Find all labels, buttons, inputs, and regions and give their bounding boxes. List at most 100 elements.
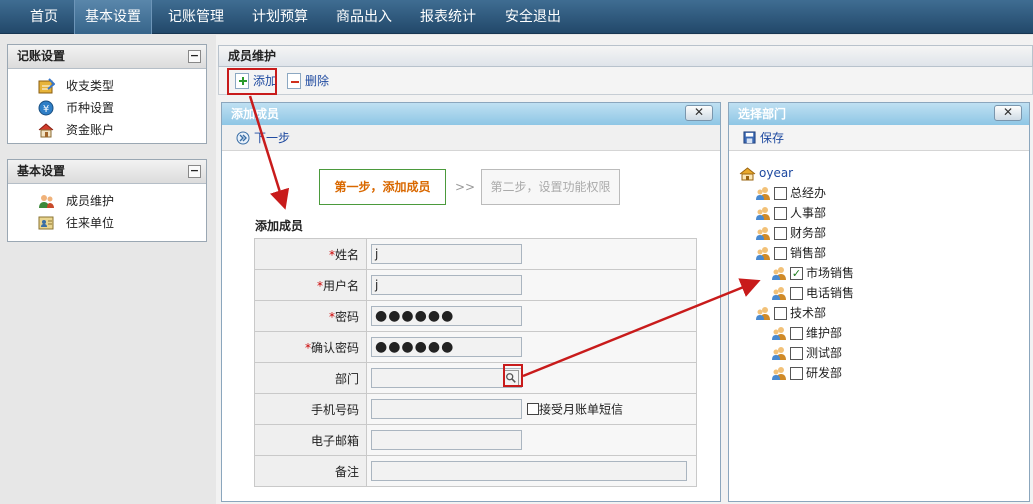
form-row-confirm-password: *确认密码 ●●●●●● (254, 331, 697, 363)
password-label: 密码 (334, 309, 359, 324)
note-input[interactable] (371, 461, 687, 481)
mobile-input[interactable] (371, 399, 522, 419)
tree-node-label: 财务部 (790, 226, 827, 240)
search-highlight-box (503, 364, 523, 387)
home-icon (739, 167, 756, 181)
tree-checkbox[interactable] (774, 187, 787, 200)
tree-checkbox[interactable] (774, 307, 787, 320)
sidebar: 记账设置 − 收支类型 ¥ 币种设置 资金账户 基本设置 − 成员维护 往来单位 (0, 35, 216, 504)
step-one: 第一步，添加成员 (319, 169, 446, 205)
members-icon (39, 195, 54, 208)
tree-node-label: 维护部 (806, 326, 843, 340)
confirm-password-input[interactable]: ●●●●●● (371, 337, 522, 357)
name-label: 姓名 (334, 247, 359, 262)
department-input[interactable] (371, 368, 522, 388)
nav-home[interactable]: 首页 (14, 0, 74, 34)
nav-reports[interactable]: 报表统计 (412, 0, 484, 34)
panel-basic-settings: 基本设置 − 成员维护 往来单位 (7, 159, 207, 242)
delete-label: 删除 (305, 74, 330, 88)
nav-goods[interactable]: 商品出入 (328, 0, 400, 34)
dialog-header: 添加成员 ✕ (222, 103, 720, 125)
member-form: *姓名 j *用户名 j *密码 ●●●●●● *确认密码 ●●●●●● 部门 … (254, 238, 697, 487)
save-icon (743, 131, 756, 144)
sidebar-item-income-types[interactable]: 收支类型 (8, 75, 206, 97)
add-member-dialog: 添加成员 ✕ 下一步 第一步，添加成员 >> 第二步，设置功能权限 添加成员 *姓… (221, 102, 721, 502)
form-row-password: *密码 ●●●●●● (254, 300, 697, 332)
nav-basic-settings[interactable]: 基本设置 (74, 0, 152, 34)
tree-node-label: 总经办 (790, 186, 827, 200)
tree-checkbox[interactable] (790, 367, 803, 380)
tree-checkbox[interactable] (790, 287, 803, 300)
panel-title: 记账设置 (17, 49, 66, 63)
mobile-label: 手机号码 (254, 393, 367, 425)
form-row-mobile: 手机号码 接受月账单短信 (254, 393, 697, 425)
username-input[interactable]: j (371, 275, 522, 295)
main-toolbar: 添加 删除 (218, 67, 1033, 95)
form-row-note: 备注 (254, 455, 697, 487)
dialog-title: 添加成员 (231, 107, 280, 121)
department-label: 部门 (254, 362, 367, 394)
step-separator: >> (455, 180, 476, 194)
add-highlight-box (227, 68, 277, 95)
sidebar-item-partners[interactable]: 往来单位 (8, 212, 206, 234)
tree-node-label: 研发部 (806, 366, 843, 380)
collapse-button[interactable]: − (188, 165, 201, 178)
next-icon (236, 131, 250, 145)
sidebar-item-fund-account[interactable]: 资金账户 (8, 119, 206, 141)
sidebar-item-label: 收支类型 (66, 79, 115, 93)
tree-checkbox[interactable] (790, 347, 803, 360)
sidebar-item-currency[interactable]: ¥ 币种设置 (8, 97, 206, 119)
dialog-toolbar: 下一步 (222, 125, 720, 151)
step-two[interactable]: 第二步，设置功能权限 (481, 169, 620, 205)
sidebar-item-label: 成员维护 (66, 194, 115, 208)
panel-header: 基本设置 − (8, 160, 206, 184)
user-group-icon (756, 187, 770, 200)
name-input[interactable]: j (371, 244, 522, 264)
dialog-toolbar: 保存 (729, 125, 1029, 151)
panel-bookkeeping-settings: 记账设置 − 收支类型 ¥ 币种设置 资金账户 (7, 44, 207, 144)
tree-node-label: 技术部 (790, 306, 827, 320)
user-group-icon (756, 207, 770, 220)
user-group-icon (756, 307, 770, 320)
tree-checkbox[interactable] (790, 327, 803, 340)
save-button[interactable]: 保存 (743, 125, 784, 151)
note-label: 备注 (254, 455, 367, 487)
user-group-icon (772, 267, 786, 280)
select-department-dialog: 选择部门 ✕ 保存 oyear 总经办 人事部 财务部 销售部 ✓ 市场销售 电话销售 技术部维… (728, 102, 1030, 502)
sms-checkbox[interactable] (527, 403, 539, 415)
password-input[interactable]: ●●●●●● (371, 306, 522, 326)
email-input[interactable] (371, 430, 522, 450)
sidebar-item-label: 资金账户 (66, 123, 115, 137)
confirm-password-label: 确认密码 (310, 340, 359, 355)
close-button[interactable]: ✕ (994, 105, 1022, 121)
tree-node-label: 电话销售 (806, 286, 855, 300)
tree-checkbox[interactable]: ✓ (790, 267, 803, 280)
tree-checkbox[interactable] (774, 207, 787, 220)
collapse-button[interactable]: − (188, 50, 201, 63)
form-row-name: *姓名 j (254, 238, 697, 270)
nav-budget[interactable]: 计划预算 (244, 0, 316, 34)
delete-button[interactable]: 删除 (285, 71, 329, 91)
tree-checkbox[interactable] (774, 247, 787, 260)
user-group-icon (756, 247, 770, 260)
form-row-username: *用户名 j (254, 269, 697, 301)
svg-text:¥: ¥ (43, 104, 49, 115)
sidebar-item-members[interactable]: 成员维护 (8, 190, 206, 212)
panel-header: 记账设置 − (8, 45, 206, 69)
contacts-icon (38, 216, 54, 230)
nav-logout[interactable]: 安全退出 (496, 0, 570, 34)
house-icon (38, 123, 54, 138)
tree-checkbox[interactable] (774, 227, 787, 240)
top-nav: 首页 基本设置 记账管理 计划预算 商品出入 报表统计 安全退出 (0, 0, 1033, 34)
form-title: 添加成员 (255, 219, 304, 233)
delete-icon (287, 73, 301, 89)
nav-bookkeeping[interactable]: 记账管理 (160, 0, 232, 34)
tree-node-label: 市场销售 (806, 266, 855, 280)
user-group-icon (772, 367, 786, 380)
tree-node-label: 人事部 (790, 206, 827, 220)
panel-title: 基本设置 (17, 164, 66, 178)
next-step-button[interactable]: 下一步 (236, 125, 290, 151)
email-label: 电子邮箱 (254, 424, 367, 456)
user-group-icon (772, 347, 786, 360)
close-button[interactable]: ✕ (685, 105, 713, 121)
